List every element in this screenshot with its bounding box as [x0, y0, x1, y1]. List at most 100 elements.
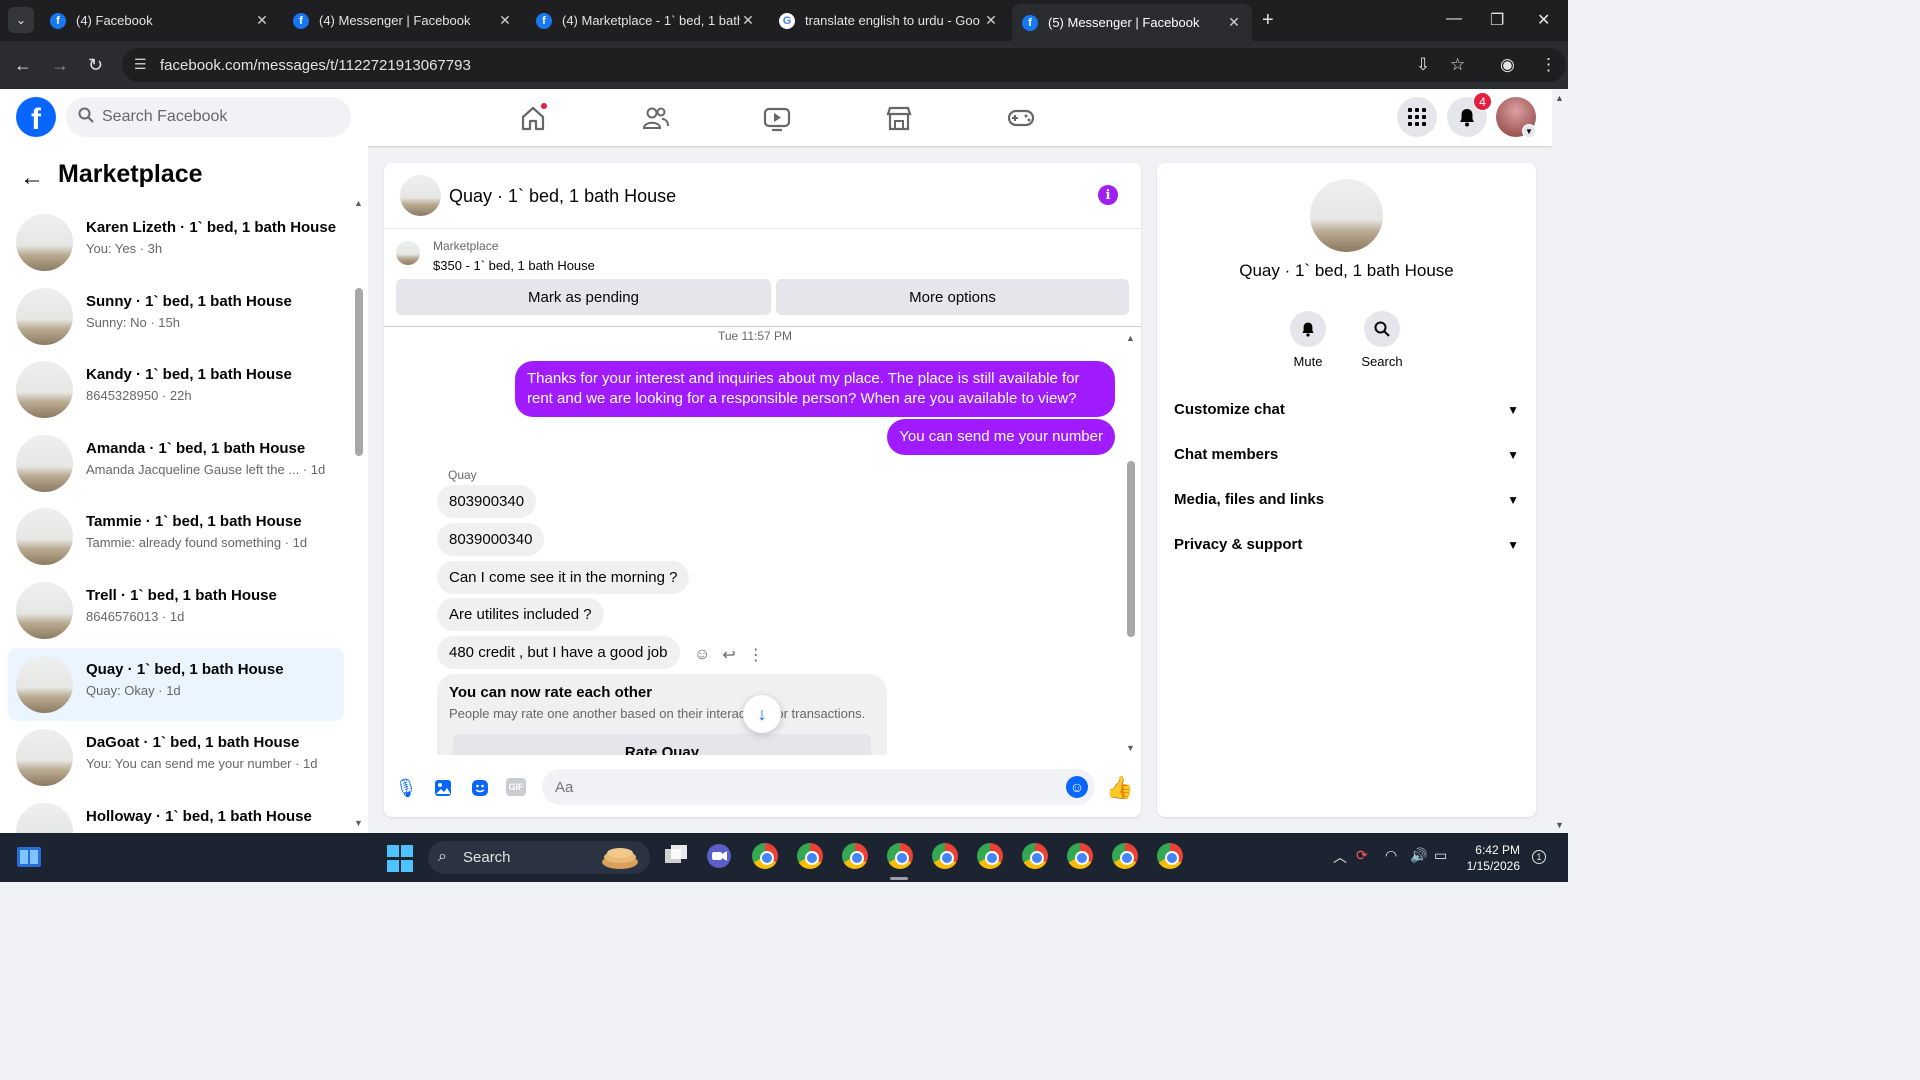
chrome-profile-icon[interactable]: [842, 843, 870, 871]
gaming-icon[interactable]: [1006, 103, 1036, 133]
chrome-icon[interactable]: [752, 843, 780, 871]
conversation-item[interactable]: Karen Lizeth · 1` bed, 1 bath House You:…: [8, 206, 344, 280]
scroll-up-icon[interactable]: ▲: [354, 198, 363, 208]
battery-icon[interactable]: ▭: [1434, 847, 1447, 864]
info-icon[interactable]: i: [1098, 185, 1118, 205]
image-icon[interactable]: [432, 777, 454, 799]
chevron-down-icon[interactable]: ▼: [1522, 124, 1536, 138]
tab-search-button[interactable]: ⌄: [8, 7, 34, 33]
close-tab-icon[interactable]: ✕: [983, 12, 999, 29]
marketplace-icon[interactable]: [884, 103, 914, 133]
restore-icon[interactable]: ❐: [1490, 10, 1504, 30]
scroll-to-bottom-icon[interactable]: ↓: [743, 695, 781, 733]
notification-center-badge[interactable]: 1: [1532, 850, 1546, 864]
browser-tab[interactable]: G translate english to urdu - Goo ✕: [769, 4, 1009, 37]
chrome-profile-icon[interactable]: [1022, 843, 1050, 871]
incoming-message[interactable]: Can I come see it in the morning ?: [437, 561, 690, 594]
close-tab-icon[interactable]: ✕: [1226, 14, 1242, 31]
install-app-icon[interactable]: ⇩: [1416, 55, 1430, 75]
pancake-widget-icon[interactable]: [600, 842, 638, 870]
reply-icon[interactable]: ↩: [722, 645, 735, 665]
sticker-icon[interactable]: [469, 777, 491, 799]
page-scrollbar[interactable]: ▲ ▼: [1552, 89, 1568, 833]
scroll-up-icon[interactable]: ▲: [1555, 93, 1564, 103]
task-view-icon[interactable]: [663, 843, 691, 871]
mute-action[interactable]: Mute: [1278, 311, 1338, 369]
conversation-item[interactable]: Trell · 1` bed, 1 bath House 8646576013 …: [8, 574, 344, 648]
conversation-item[interactable]: Sunny · 1` bed, 1 bath House Sunny: No ·…: [8, 280, 344, 354]
conversation-item[interactable]: DaGoat · 1` bed, 1 bath House You: You c…: [8, 721, 344, 795]
minimize-icon[interactable]: —: [1446, 10, 1462, 28]
emoji-icon[interactable]: ☺: [1066, 776, 1088, 798]
rate-user-button[interactable]: Rate Quay: [453, 734, 871, 755]
chat-avatar[interactable]: [400, 175, 441, 216]
menu-grid-icon[interactable]: [1397, 97, 1437, 137]
mark-as-pending-button[interactable]: Mark as pending: [396, 279, 771, 315]
listing-price[interactable]: $350 - 1` bed, 1 bath House: [433, 258, 595, 273]
back-arrow-icon[interactable]: ←: [20, 164, 44, 192]
incoming-message[interactable]: Are utilites included ?: [437, 598, 604, 631]
browser-tab[interactable]: f (4) Messenger | Facebook ✕: [283, 4, 523, 37]
volume-icon[interactable]: 🔊: [1410, 847, 1427, 864]
search-icon[interactable]: [1364, 311, 1400, 347]
microphone-icon[interactable]: 🎙: [395, 777, 418, 799]
system-clock[interactable]: 6:42 PM 1/15/2026: [1462, 842, 1520, 874]
outgoing-message[interactable]: Thanks for your interest and inquiries a…: [515, 361, 1115, 417]
video-icon[interactable]: [762, 103, 792, 133]
widgets-icon[interactable]: [16, 845, 44, 873]
more-icon[interactable]: ⋮: [748, 645, 764, 665]
privacy-support-section[interactable]: Privacy & support ▼: [1174, 536, 1519, 560]
facebook-logo[interactable]: f: [16, 97, 56, 137]
chrome-profile-icon[interactable]: [1112, 843, 1140, 871]
url-text[interactable]: facebook.com/messages/t/1122721913067793: [160, 57, 471, 74]
site-info-icon[interactable]: ☰: [134, 56, 147, 73]
chat-members-section[interactable]: Chat members ▼: [1174, 446, 1519, 470]
chrome-profile-icon[interactable]: [977, 843, 1005, 871]
bookmark-star-icon[interactable]: ☆: [1450, 55, 1465, 75]
scrollbar-thumb[interactable]: [355, 288, 363, 456]
search-action[interactable]: Search: [1352, 311, 1412, 369]
close-tab-icon[interactable]: ✕: [497, 12, 513, 29]
browser-menu-icon[interactable]: ⋮: [1540, 55, 1557, 75]
chrome-profile-icon[interactable]: [1157, 843, 1185, 871]
browser-tab[interactable]: f (4) Facebook ✕: [40, 4, 280, 37]
incoming-message[interactable]: 480 credit , but I have a good job: [437, 636, 680, 669]
react-emoji-icon[interactable]: ☺: [694, 646, 710, 664]
conversation-list-scrollbar[interactable]: ▲ ▼: [352, 196, 364, 828]
scroll-down-icon[interactable]: ▼: [1126, 743, 1135, 753]
omnibox[interactable]: ☰ facebook.com/messages/t/11227219130677…: [122, 48, 1566, 82]
gif-icon[interactable]: GIF: [506, 778, 526, 796]
new-tab-button[interactable]: +: [1262, 9, 1274, 32]
browser-tab[interactable]: f (4) Marketplace - 1` bed, 1 bath ✕: [526, 4, 766, 37]
scroll-down-icon[interactable]: ▼: [354, 818, 363, 828]
profile-icon[interactable]: ◉: [1500, 55, 1515, 75]
outgoing-message[interactable]: You can send me your number: [887, 419, 1115, 455]
close-tab-icon[interactable]: ✕: [740, 12, 756, 29]
conversation-item-active[interactable]: Quay · 1` bed, 1 bath House Quay: Okay ·…: [8, 647, 344, 722]
scroll-down-icon[interactable]: ▼: [1555, 820, 1564, 830]
forward-icon[interactable]: →: [51, 55, 69, 76]
close-tab-icon[interactable]: ✕: [254, 12, 270, 29]
chat-scrollbar[interactable]: ▲ ▼: [1124, 333, 1138, 753]
scrollbar-thumb[interactable]: [1127, 461, 1135, 637]
scroll-up-icon[interactable]: ▲: [1126, 333, 1135, 343]
facebook-search-input[interactable]: Search Facebook: [66, 97, 351, 137]
customize-chat-section[interactable]: Customize chat ▼: [1174, 401, 1519, 425]
message-input[interactable]: [542, 769, 1095, 805]
conversation-item[interactable]: Tammie · 1` bed, 1 bath House Tammie: al…: [8, 500, 344, 574]
chrome-profile-icon[interactable]: [1067, 843, 1095, 871]
conversation-item[interactable]: Kandy · 1` bed, 1 bath House 8645328950 …: [8, 353, 344, 427]
conversation-item[interactable]: Amanda · 1` bed, 1 bath House Amanda Jac…: [8, 427, 344, 501]
teams-meet-icon[interactable]: [706, 843, 734, 871]
chevron-up-icon[interactable]: ︿: [1333, 847, 1347, 867]
thumbs-up-icon[interactable]: 👍: [1106, 775, 1133, 801]
bell-icon[interactable]: [1290, 311, 1326, 347]
chat-title[interactable]: Quay · 1` bed, 1 bath House: [449, 186, 676, 207]
incoming-message[interactable]: 8039000340: [437, 523, 545, 556]
chrome-profile-icon-active[interactable]: [887, 843, 915, 871]
reload-icon[interactable]: ↻: [88, 55, 103, 76]
browser-tab-active[interactable]: f (5) Messenger | Facebook ✕: [1012, 4, 1252, 41]
wifi-icon[interactable]: ◠: [1385, 847, 1397, 864]
windows-start-icon[interactable]: [387, 845, 415, 873]
sync-icon[interactable]: ⟳: [1356, 847, 1368, 864]
